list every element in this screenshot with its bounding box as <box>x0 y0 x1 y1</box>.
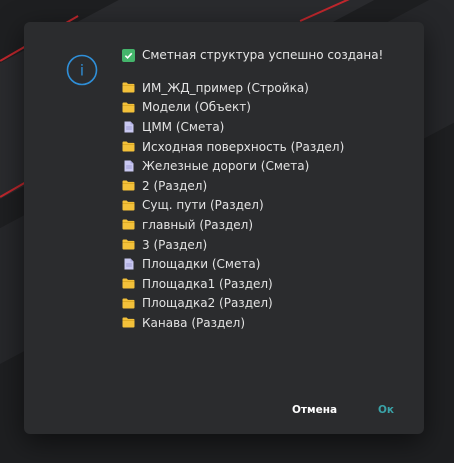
folder-icon <box>122 140 135 153</box>
folder-icon <box>122 179 135 192</box>
tree-item-label: Канава (Раздел) <box>142 315 245 330</box>
document-icon <box>122 120 135 133</box>
tree-item: главный (Раздел) <box>122 215 344 235</box>
cancel-button[interactable]: Отмена <box>286 400 343 420</box>
folder-icon <box>122 81 135 94</box>
tree-item-label: 2 (Раздел) <box>142 178 208 193</box>
tree-item: Канава (Раздел) <box>122 313 344 333</box>
info-icon: i <box>66 54 98 86</box>
dialog-message: Сметная структура успешно создана! <box>142 48 384 62</box>
folder-icon <box>122 238 135 251</box>
tree-item: Сущ. пути (Раздел) <box>122 196 344 216</box>
tree-item-label: Площадки (Смета) <box>142 257 261 272</box>
dialog-header: Сметная структура успешно создана! <box>122 46 383 64</box>
folder-icon <box>122 218 135 231</box>
tree-item-label: Исходная поверхность (Раздел) <box>142 139 345 154</box>
document-icon <box>122 160 135 173</box>
tree-item: Площадки (Смета) <box>122 254 344 274</box>
tree-item: 3 (Раздел) <box>122 235 344 255</box>
check-icon <box>122 48 135 62</box>
tree-item-label: 3 (Раздел) <box>142 237 208 252</box>
folder-icon <box>122 101 135 114</box>
folder-icon <box>122 297 135 310</box>
tree-item-label: Сущ. пути (Раздел) <box>142 198 264 213</box>
tree-item-label: Площадка2 (Раздел) <box>142 296 273 311</box>
success-dialog: i Сметная структура успешно создана! ИМ_… <box>24 22 424 434</box>
ok-button[interactable]: Ок <box>372 400 400 420</box>
folder-icon <box>122 316 135 329</box>
folder-icon <box>122 277 135 290</box>
folder-icon <box>122 199 135 212</box>
tree-item: Площадка2 (Раздел) <box>122 294 344 314</box>
estimate-tree: ИМ_ЖД_пример (Стройка) Модели (Объект) ЦММ… <box>122 78 344 333</box>
tree-item: ЦММ (Смета) <box>122 117 344 137</box>
tree-item-label: ЦММ (Смета) <box>142 119 225 134</box>
tree-item: Модели (Объект) <box>122 98 344 118</box>
svg-text:i: i <box>80 62 84 80</box>
tree-item-label: ИМ_ЖД_пример (Стройка) <box>142 80 309 95</box>
tree-item: Площадка1 (Раздел) <box>122 274 344 294</box>
tree-item-label: главный (Раздел) <box>142 217 254 232</box>
tree-item-label: Модели (Объект) <box>142 100 251 115</box>
tree-item: Исходная поверхность (Раздел) <box>122 137 344 157</box>
document-icon <box>122 258 135 271</box>
tree-item-label: Железные дороги (Смета) <box>142 159 310 174</box>
tree-item: 2 (Раздел) <box>122 176 344 196</box>
tree-item: Железные дороги (Смета) <box>122 156 344 176</box>
tree-item: ИМ_ЖД_пример (Стройка) <box>122 78 344 98</box>
tree-item-label: Площадка1 (Раздел) <box>142 276 273 291</box>
